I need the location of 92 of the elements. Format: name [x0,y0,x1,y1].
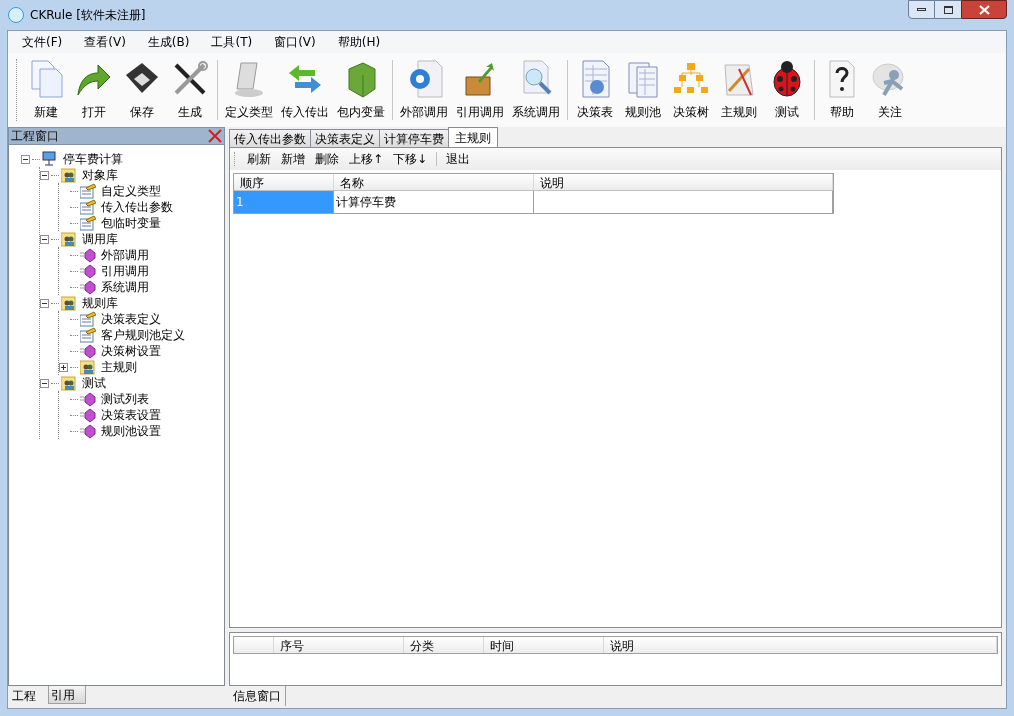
form-icon [80,215,96,231]
action-button[interactable]: 刷新 [242,150,276,168]
document-tab[interactable]: 计算停车费 [379,129,449,147]
action-button[interactable]: 下移↓ [388,150,433,168]
tree-item[interactable]: 决策表设置 [101,406,161,424]
gem-icon [80,247,96,263]
toolbar-button[interactable]: 保存 [118,59,166,121]
toolbar-button[interactable]: 测试 [763,59,811,121]
gem-icon [80,263,96,279]
form-icon [80,183,96,199]
minimize-button[interactable] [908,0,935,19]
toolbar-button[interactable]: 引用调用 [452,59,508,121]
menu-item[interactable]: 生成(B) [147,33,190,51]
menu-item[interactable]: 窗口(V) [274,33,316,51]
menu-item[interactable]: 文件(F) [22,33,63,51]
collapse-toggle[interactable] [40,378,49,388]
tree-item[interactable]: 主规则 [101,358,137,376]
people-folder-icon [61,295,77,311]
toolbar-button[interactable]: 打开 [70,59,118,121]
toolbar-button[interactable]: 定义类型 [221,59,277,121]
panel-tab[interactable]: 引用 [48,686,86,704]
form-icon [80,327,96,343]
tree-item[interactable]: 测试列表 [101,390,149,408]
tree-item[interactable]: 包临时变量 [101,214,161,232]
close-icon[interactable] [208,129,222,143]
tree-item[interactable]: 调用库 [82,230,118,248]
menu-item[interactable]: 工具(T) [211,33,253,51]
toolbar-button[interactable]: 关注 [866,59,914,121]
table-cell[interactable]: 计算停车费 [334,191,534,213]
people-folder-icon [80,359,96,375]
gem-icon [80,279,96,295]
app-logo-icon [8,7,24,23]
tree-item[interactable]: 决策树设置 [101,342,161,360]
tree-item[interactable]: 自定义类型 [101,182,161,200]
collapse-toggle[interactable] [21,154,30,164]
column-header[interactable]: 序号 [274,637,404,653]
toolbar-button[interactable]: 新建 [22,59,70,121]
menu-item[interactable]: 帮助(H) [337,33,381,51]
tree-item[interactable]: 测试 [82,374,106,392]
action-button[interactable]: 新增 [276,150,310,168]
toolbar-button[interactable]: 传入传出 [277,59,333,121]
column-header[interactable]: 时间 [484,637,604,653]
column-header[interactable]: 顺序 [234,174,334,190]
tree-item[interactable]: 对象库 [82,166,118,184]
action-button[interactable]: 删除 [310,150,344,168]
action-button[interactable]: 退出 [441,150,476,168]
toolbar-button[interactable]: 决策表 [571,59,619,121]
close-icon [978,4,990,15]
tree-item[interactable]: 引用调用 [101,262,149,280]
gem-icon [80,391,96,407]
action-button[interactable]: 上移↑ [344,150,389,168]
window-title: CKRule [软件未注册] [30,7,146,24]
toolbar-button[interactable]: 生成 [166,59,214,121]
form-icon [80,311,96,327]
toolbar-button[interactable]: 外部调用 [396,59,452,121]
toolbar-button[interactable]: 决策树 [667,59,715,121]
collapse-toggle[interactable] [40,298,49,308]
people-folder-icon [61,231,77,247]
computer-icon [42,151,58,167]
document-tab[interactable]: 传入传出参数 [229,129,311,147]
tree-item[interactable]: 外部调用 [101,246,149,264]
gem-icon [80,423,96,439]
column-header[interactable]: 分类 [404,637,484,653]
toolbar-button[interactable]: 帮助 [818,59,866,121]
maximize-button[interactable] [935,0,961,19]
column-header[interactable]: 说明 [534,174,833,190]
people-folder-icon [61,167,77,183]
toolbar-button[interactable]: 规则池 [619,59,667,121]
tree-item[interactable]: 停车费计算 [63,150,123,168]
menu-item[interactable]: 查看(V) [84,33,126,51]
tree-item[interactable]: 规则库 [82,294,118,312]
tree-item[interactable]: 决策表定义 [101,310,161,328]
toolbar-button[interactable]: 主规则 [715,59,763,121]
close-button[interactable] [961,0,1007,19]
panel-title: 工程窗口 [11,128,59,145]
toolbar-button[interactable]: 包内变量 [333,59,389,121]
people-folder-icon [61,375,77,391]
expand-toggle[interactable] [59,362,68,372]
toolbar-button[interactable]: 系统调用 [508,59,564,121]
document-tab[interactable]: 主规则 [448,127,498,147]
form-icon [80,199,96,215]
collapse-toggle[interactable] [40,170,49,180]
column-header[interactable]: 名称 [334,174,534,190]
column-header[interactable]: 说明 [604,637,997,653]
collapse-toggle[interactable] [40,234,49,244]
tree-item[interactable]: 系统调用 [101,278,149,296]
tree-item[interactable]: 传入传出参数 [101,198,173,216]
document-tab[interactable]: 决策表定义 [310,129,380,147]
gem-icon [80,407,96,423]
tree-item[interactable]: 规则池设置 [101,422,161,440]
tree-item[interactable]: 客户规则池定义 [101,326,185,344]
gem-icon [80,343,96,359]
